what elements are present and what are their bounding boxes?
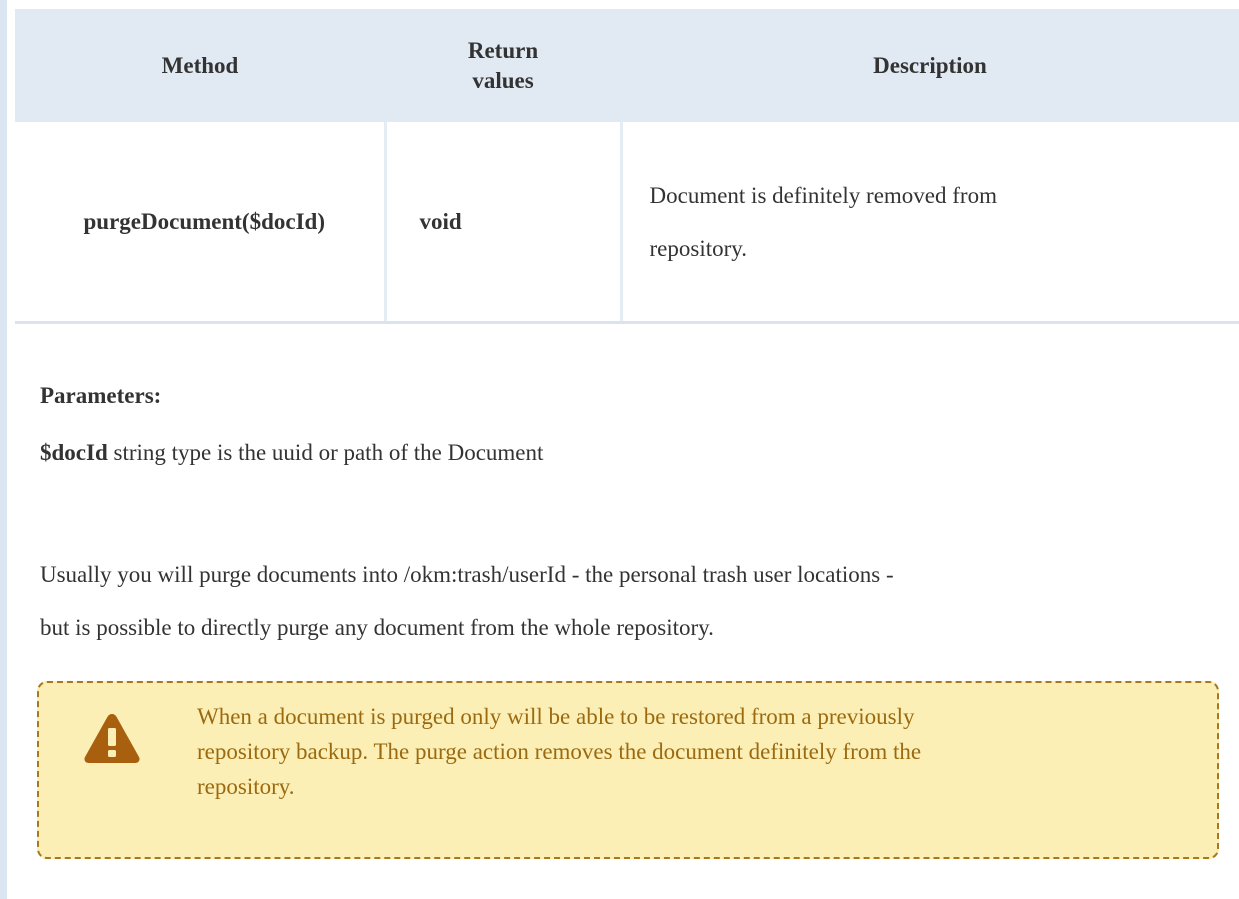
parameter-description: string type is the uuid or path of the D… bbox=[107, 440, 544, 465]
warning-text: When a document is purged only will be a… bbox=[197, 699, 1177, 804]
warning-line1: When a document is purged only will be a… bbox=[197, 704, 915, 729]
warning-triangle-icon bbox=[84, 714, 140, 763]
header-return-values: Return values bbox=[385, 9, 621, 122]
warning-line3: repository. bbox=[197, 774, 295, 799]
header-description: Description bbox=[621, 9, 1239, 122]
usage-paragraph: Usually you will purge documents into /o… bbox=[40, 548, 1220, 654]
usage-line1: Usually you will purge documents into /o… bbox=[40, 562, 894, 587]
method-cell: purgeDocument($docId) bbox=[15, 122, 387, 324]
header-return-line1: Return bbox=[467, 37, 539, 63]
parameter-name: $docId bbox=[40, 440, 108, 465]
parameters-heading: Parameters: bbox=[40, 383, 162, 408]
warning-line2: repository backup. The purge action remo… bbox=[197, 739, 922, 764]
header-return-line2: values bbox=[472, 67, 534, 93]
warning-callout: When a document is purged only will be a… bbox=[37, 681, 1219, 859]
return-value-cell: void bbox=[385, 122, 623, 324]
header-method: Method bbox=[15, 9, 385, 122]
description-cell: Document is definitely removed from repo… bbox=[621, 122, 1239, 324]
description-line1: Document is definitely removed from bbox=[649, 182, 997, 208]
left-border-rule bbox=[0, 0, 7, 899]
method-table: Method Return values Description purgeDo… bbox=[15, 9, 1239, 324]
usage-line2: but is possible to directly purge any do… bbox=[40, 615, 714, 640]
description-line2: repository. bbox=[649, 235, 748, 261]
parameter-item: $docId string type is the uuid or path o… bbox=[40, 440, 543, 466]
table-row: purgeDocument($docId) void Document is d… bbox=[15, 122, 1239, 324]
table-header-row: Method Return values Description bbox=[15, 9, 1239, 122]
document-page: Method Return values Description purgeDo… bbox=[0, 0, 1239, 899]
